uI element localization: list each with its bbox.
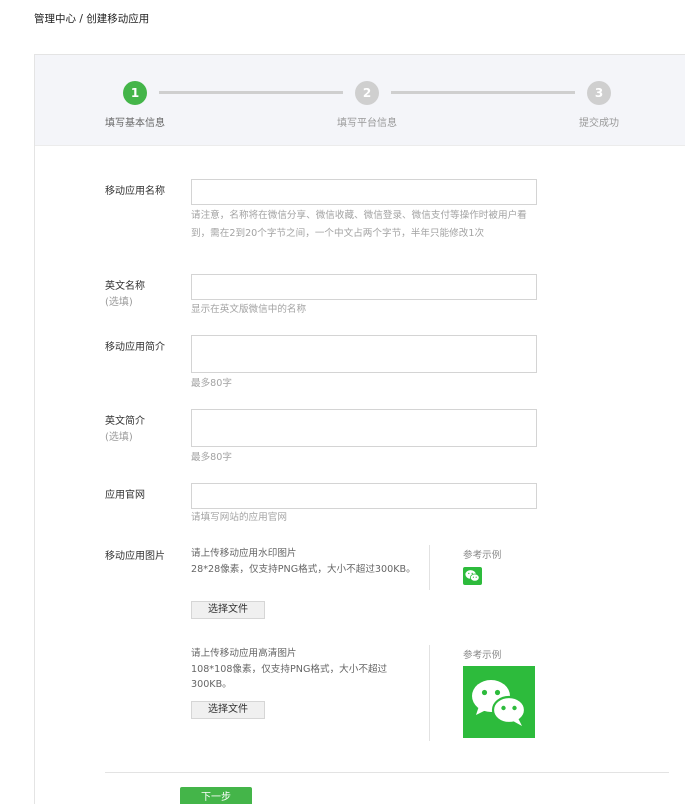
app-images-label: 移动应用图片 (105, 551, 165, 562)
watermark-upload-instructions: 请上传移动应用水印图片 28*28像素，仅支持PNG格式，大小不超过300KB。 (191, 546, 421, 577)
wechat-large-logo-icon (463, 666, 535, 738)
step-connector (159, 91, 343, 94)
english-name-label-text: 英文名称 (105, 281, 145, 292)
next-step-button[interactable]: 下一步 (180, 787, 252, 804)
hd-reference-label: 参考示例 (463, 650, 502, 661)
watermark-choose-file-button[interactable]: 选择文件 (191, 601, 265, 619)
step-2-indicator: 2 (355, 81, 379, 105)
watermark-upload-spec: 28*28像素，仅支持PNG格式，大小不超过300KB。 (191, 563, 416, 575)
english-intro-textarea[interactable] (191, 409, 537, 447)
optional-hint: (选填) (105, 432, 133, 443)
website-label: 应用官网 (105, 490, 145, 501)
app-intro-label: 移动应用简介 (105, 342, 165, 353)
app-name-help: 请注意，名称将在微信分享、微信收藏、微信登录、微信支付等操作时被用户看到，需在2… (191, 210, 527, 239)
english-name-input[interactable] (191, 274, 537, 300)
website-help: 请填写网站的应用官网 (191, 512, 287, 523)
breadcrumb: 管理中心 / 创建移动应用 (34, 13, 150, 25)
hd-upload-instructions: 请上传移动应用高清图片 108*108像素，仅支持PNG格式，大小不超过300K… (191, 646, 421, 693)
column-divider (429, 645, 430, 741)
english-intro-help: 最多80字 (191, 452, 232, 463)
wechat-small-logo-icon (463, 567, 482, 585)
step-1-label: 填写基本信息 (105, 118, 165, 129)
watermark-reference-label: 参考示例 (463, 550, 502, 561)
hd-upload-spec: 108*108像素，仅支持PNG格式，大小不超过300KB。 (191, 663, 388, 691)
hd-choose-file-button[interactable]: 选择文件 (191, 701, 265, 719)
app-intro-help: 最多80字 (191, 378, 232, 389)
column-divider (429, 545, 430, 590)
english-name-label: 英文名称 (选填) (105, 280, 145, 309)
step-3-indicator: 3 (587, 81, 611, 105)
app-name-label: 移动应用名称 (105, 186, 165, 197)
optional-hint: (选填) (105, 297, 133, 308)
english-name-help: 显示在英文版微信中的名称 (191, 304, 307, 315)
website-input[interactable] (191, 483, 537, 509)
form-footer-divider (105, 772, 669, 773)
step-3-label: 提交成功 (579, 118, 619, 129)
watermark-upload-title: 请上传移动应用水印图片 (191, 548, 297, 559)
app-name-input[interactable] (191, 179, 537, 205)
step-1-indicator: 1 (123, 81, 147, 105)
english-intro-label-text: 英文简介 (105, 416, 145, 427)
step-progress-bar: 1 2 3 填写基本信息 填写平台信息 提交成功 (35, 55, 685, 146)
step-connector (391, 91, 575, 94)
english-intro-label: 英文简介 (选填) (105, 415, 145, 444)
app-intro-textarea[interactable] (191, 335, 537, 373)
create-app-panel: 1 2 3 填写基本信息 填写平台信息 提交成功 移动应用名称 请注意，名称将在… (34, 54, 685, 804)
hd-upload-title: 请上传移动应用高清图片 (191, 648, 297, 659)
step-2-label: 填写平台信息 (337, 118, 397, 129)
